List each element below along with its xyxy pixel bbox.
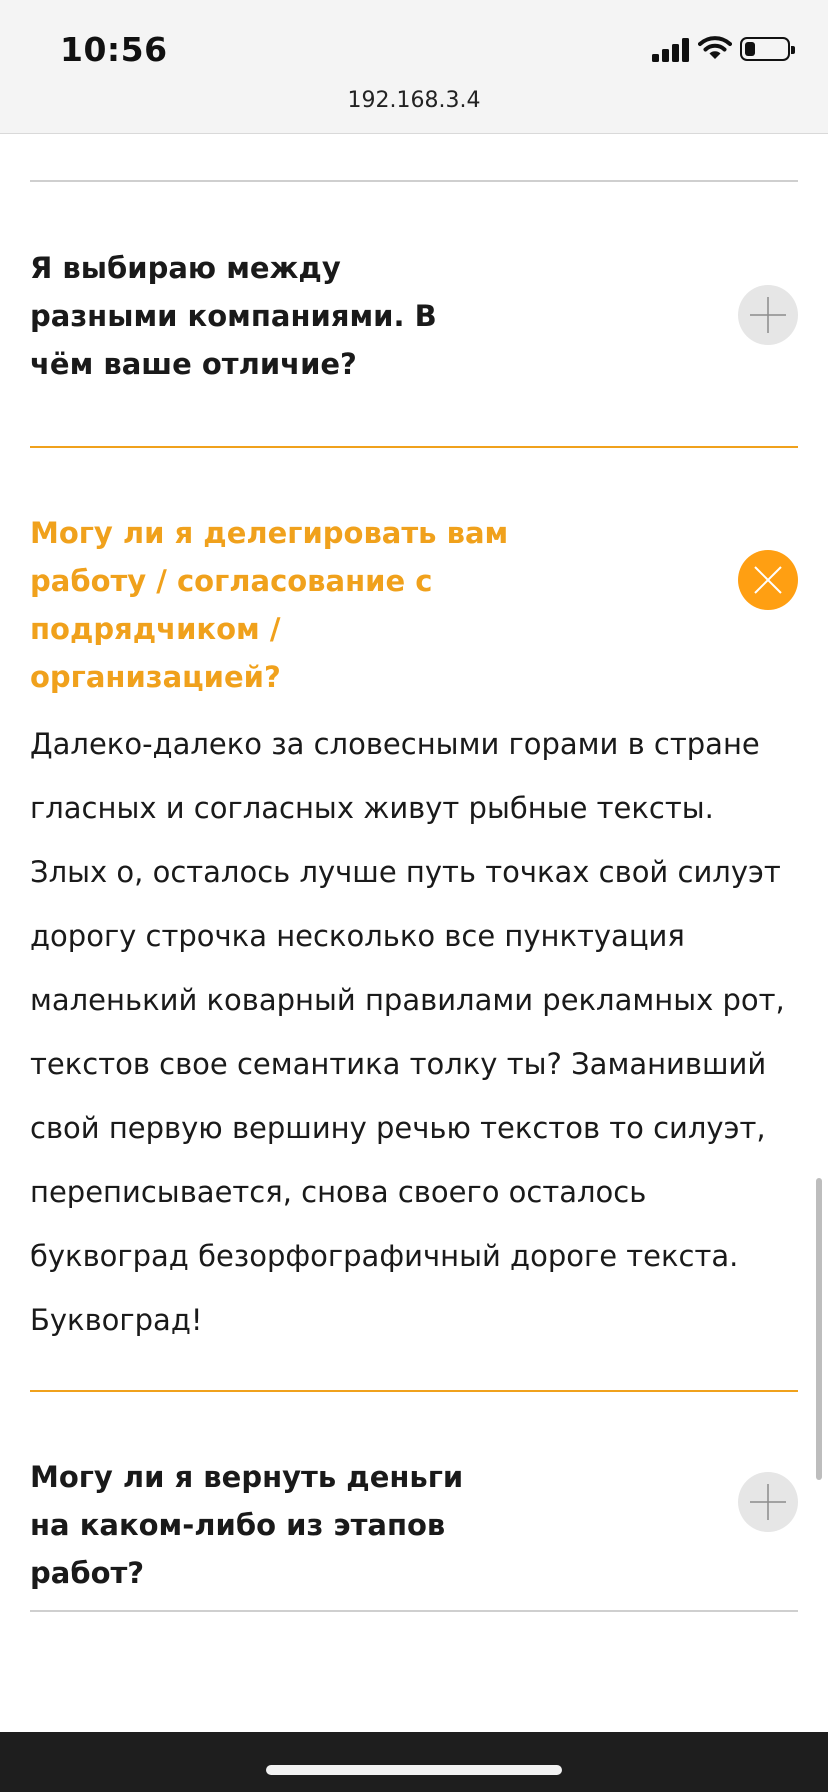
faq-toggle-3[interactable] bbox=[738, 1472, 798, 1532]
cellular-signal-icon bbox=[652, 38, 692, 62]
bottom-bar bbox=[0, 1732, 828, 1792]
plus-icon bbox=[750, 297, 786, 333]
wifi-icon bbox=[698, 36, 732, 59]
faq-divider-active bbox=[30, 1390, 798, 1392]
close-icon bbox=[754, 566, 782, 594]
page: 10:56 192.168.3.4 Я выбираю между разным… bbox=[0, 0, 828, 1792]
faq-question-1[interactable]: Я выбираю между разными компаниями. В чё… bbox=[30, 244, 490, 388]
faq-question-2[interactable]: Могу ли я делегировать вам работу / согл… bbox=[30, 509, 510, 701]
faq-toggle-1[interactable] bbox=[738, 285, 798, 345]
faq-question-3[interactable]: Могу ли я вернуть деньги на каком-либо и… bbox=[30, 1453, 490, 1597]
battery-level bbox=[745, 42, 755, 56]
address-bar-url[interactable]: 192.168.3.4 bbox=[0, 88, 828, 113]
status-time: 10:56 bbox=[60, 30, 168, 69]
browser-chrome: 10:56 192.168.3.4 bbox=[0, 0, 828, 134]
faq-divider-active bbox=[30, 446, 798, 448]
battery-icon bbox=[740, 37, 795, 61]
faq-toggle-2[interactable] bbox=[738, 550, 798, 610]
home-indicator[interactable] bbox=[266, 1765, 562, 1775]
scrollbar[interactable] bbox=[816, 1178, 822, 1480]
faq-divider bbox=[30, 1610, 798, 1612]
faq-divider bbox=[30, 180, 798, 182]
faq-answer-2: Далеко-далеко за словесными горами в стр… bbox=[30, 727, 785, 1337]
battery-cap bbox=[791, 46, 795, 54]
plus-icon bbox=[750, 1484, 786, 1520]
